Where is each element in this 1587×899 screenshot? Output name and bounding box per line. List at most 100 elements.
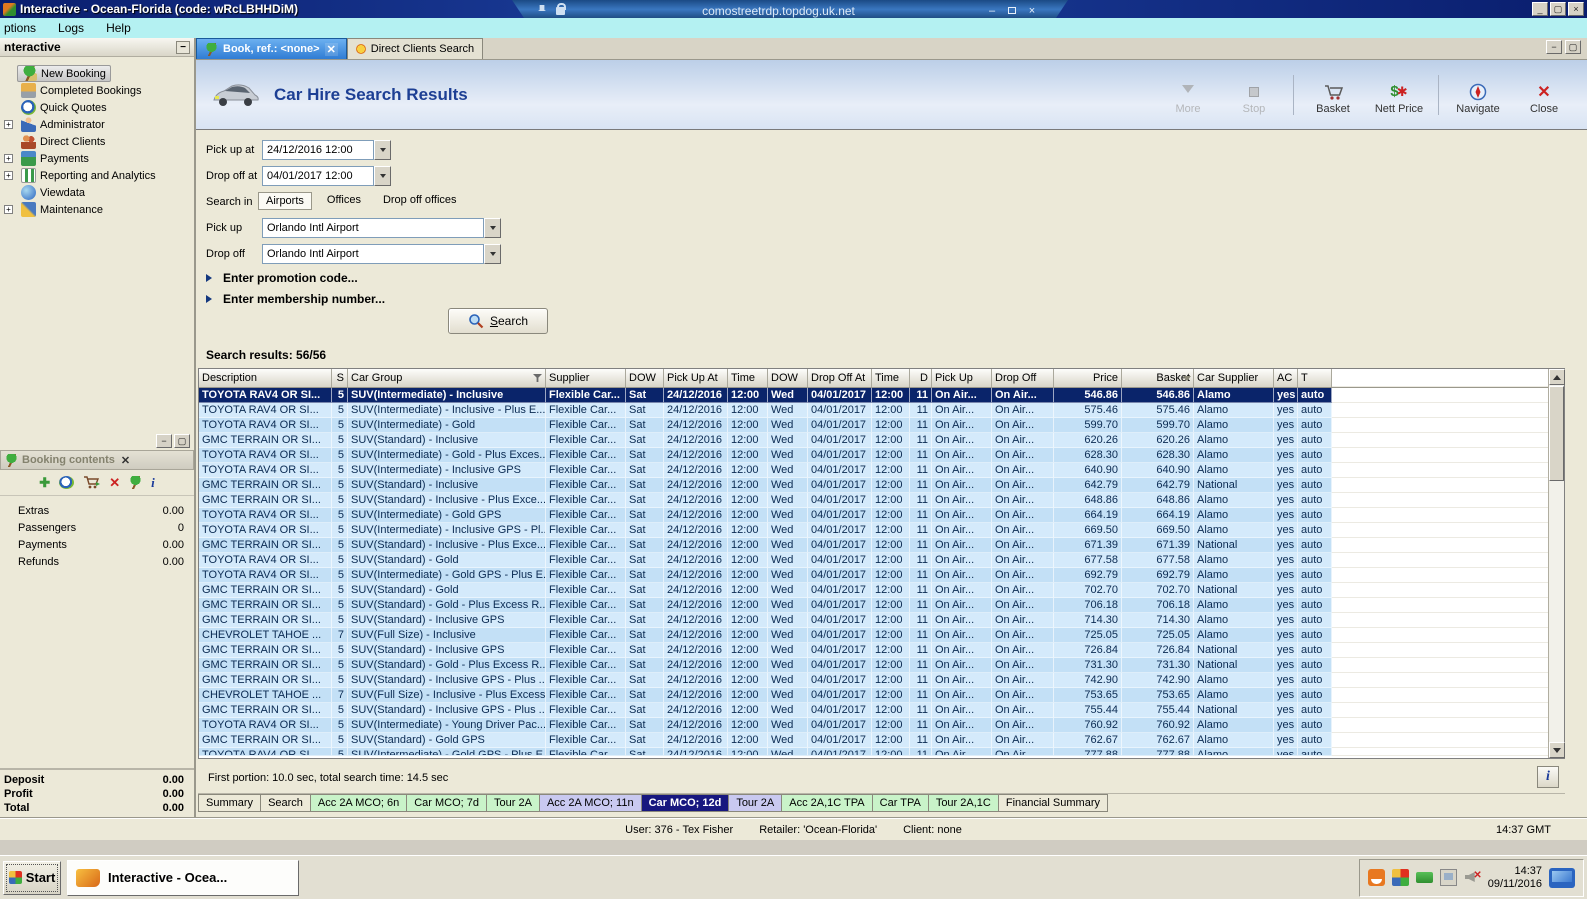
col-pick-up-at[interactable]: Pick Up At xyxy=(664,369,728,387)
col-supplier[interactable]: Supplier xyxy=(546,369,626,387)
sidebar-item-administrator[interactable]: + Administrator xyxy=(0,116,194,133)
expand-plus-icon[interactable]: + xyxy=(4,154,13,163)
tabarea-restore-button[interactable]: ▢ xyxy=(1565,40,1581,54)
search-button[interactable]: Search xyxy=(448,308,548,334)
dropoff-combo[interactable]: Orlando Intl Airport xyxy=(262,244,484,264)
dropoff-at-dropdown-button[interactable] xyxy=(374,166,391,186)
rdp-minimize-button[interactable]: – xyxy=(982,5,1002,17)
table-row[interactable]: TOYOTA RAV4 OR SI... 5 SUV(Intermediate)… xyxy=(199,418,1564,433)
col-s[interactable]: S xyxy=(332,369,348,387)
delete-icon[interactable]: ✕ xyxy=(109,475,120,491)
sidebar-item-completed-bookings[interactable]: Completed Bookings xyxy=(0,82,194,99)
sidebar-item-quick-quotes[interactable]: Quick Quotes xyxy=(0,99,194,116)
more-button[interactable]: More xyxy=(1159,81,1217,115)
table-row[interactable]: TOYOTA RAV4 OR SI... 5 SUV(Intermediate)… xyxy=(199,523,1564,538)
table-row[interactable]: GMC TERRAIN OR SI... 5 SUV(Standard) - I… xyxy=(199,673,1564,688)
col-basket[interactable]: Basket xyxy=(1122,369,1194,387)
portion-tab[interactable]: Summary xyxy=(198,794,262,812)
membership-expander[interactable]: Enter membership number... xyxy=(206,292,385,306)
scrollbar-thumb[interactable] xyxy=(1549,386,1564,481)
sidebar-item-new-booking[interactable]: New Booking xyxy=(0,65,194,82)
dropoff-dropdown-button[interactable] xyxy=(484,244,501,264)
col-drop-off-at[interactable]: Drop Off At xyxy=(808,369,872,387)
scroll-up-button[interactable] xyxy=(1549,369,1565,385)
col-dow-dropoff[interactable]: DOW xyxy=(768,369,808,387)
col-ac[interactable]: AC xyxy=(1274,369,1298,387)
vertical-scrollbar[interactable] xyxy=(1548,369,1565,758)
filter-funnel-icon[interactable] xyxy=(533,374,542,382)
portion-tab[interactable]: Financial Summary xyxy=(998,794,1108,812)
col-t[interactable]: T xyxy=(1298,369,1332,387)
sidebar-collapse-button[interactable]: − xyxy=(176,40,190,54)
window-close-button[interactable]: × xyxy=(1568,2,1584,16)
panel-minimize-button[interactable]: − xyxy=(156,434,172,448)
remote-monitor-icon[interactable] xyxy=(1549,867,1575,888)
portion-tab[interactable]: Car MCO; 7d xyxy=(407,794,488,812)
table-row[interactable]: TOYOTA RAV4 OR SI... 5 SUV(Intermediate)… xyxy=(199,463,1564,478)
info-icon[interactable]: i xyxy=(151,475,155,491)
table-row[interactable]: TOYOTA RAV4 OR SI... 5 SUV(Intermediate)… xyxy=(199,403,1564,418)
pickup-combo[interactable]: Orlando Intl Airport xyxy=(262,218,484,238)
table-row[interactable]: GMC TERRAIN OR SI... 5 SUV(Standard) - I… xyxy=(199,643,1564,658)
portion-tab[interactable]: Car TPA xyxy=(872,794,929,812)
table-row[interactable]: GMC TERRAIN OR SI... 5 SUV(Standard) - G… xyxy=(199,583,1564,598)
pin-icon[interactable] xyxy=(538,5,546,16)
table-row[interactable]: GMC TERRAIN OR SI... 5 SUV(Standard) - G… xyxy=(199,658,1564,673)
start-button[interactable]: Start xyxy=(3,860,61,895)
palm-tree-icon[interactable] xyxy=(129,476,143,489)
sidebar-item-viewdata[interactable]: Viewdata xyxy=(0,184,194,201)
basket-button[interactable]: Basket xyxy=(1304,81,1362,115)
table-row[interactable]: TOYOTA RAV4 OR SI... 5 SUV(Intermediate)… xyxy=(199,718,1564,733)
rdp-restore-button[interactable] xyxy=(1002,5,1022,17)
search-in-offices[interactable]: Offices xyxy=(320,192,368,210)
col-time-dropoff[interactable]: Time xyxy=(872,369,910,387)
table-row[interactable]: GMC TERRAIN OR SI... 5 SUV(Standard) - G… xyxy=(199,733,1564,748)
col-price[interactable]: Price xyxy=(1054,369,1122,387)
menu-help[interactable]: Help xyxy=(106,21,131,35)
portion-tab[interactable]: Search xyxy=(261,794,311,812)
muted-speaker-icon[interactable]: ✕ xyxy=(1464,869,1482,886)
rdp-close-button[interactable]: × xyxy=(1022,5,1042,17)
table-row[interactable]: CHEVROLET TAHOE ... 7 SUV(Full Size) - I… xyxy=(199,628,1564,643)
panel-maximize-button[interactable]: ▢ xyxy=(174,434,190,448)
sidebar-item-reporting[interactable]: + Reporting and Analytics xyxy=(0,167,194,184)
col-drop-off[interactable]: Drop Off xyxy=(992,369,1054,387)
network-icon[interactable] xyxy=(1439,869,1457,886)
portion-tab[interactable]: Tour 2A xyxy=(487,794,540,812)
close-button[interactable]: ✕ Close xyxy=(1515,81,1573,115)
table-row[interactable]: GMC TERRAIN OR SI... 5 SUV(Standard) - I… xyxy=(199,703,1564,718)
java-icon[interactable] xyxy=(1367,869,1385,886)
table-row[interactable]: GMC TERRAIN OR SI... 5 SUV(Standard) - I… xyxy=(199,538,1564,553)
card-icon[interactable] xyxy=(1415,872,1433,883)
col-car-supplier[interactable]: Car Supplier xyxy=(1194,369,1274,387)
table-row[interactable]: TOYOTA RAV4 OR SI... 5 SUV(Intermediate)… xyxy=(199,448,1564,463)
col-car-group[interactable]: Car Group xyxy=(348,369,546,387)
expand-plus-icon[interactable]: + xyxy=(4,171,13,180)
table-row[interactable]: GMC TERRAIN OR SI... 5 SUV(Standard) - I… xyxy=(199,493,1564,508)
table-row[interactable]: TOYOTA RAV4 OR SI... 5 SUV(Intermediate)… xyxy=(199,388,1564,403)
promo-code-expander[interactable]: Enter promotion code... xyxy=(206,271,358,285)
sidebar-item-maintenance[interactable]: + Maintenance xyxy=(0,201,194,218)
pickup-at-dropdown-button[interactable] xyxy=(374,140,391,160)
sidebar-item-payments[interactable]: + Payments xyxy=(0,150,194,167)
search-in-dropoff-offices[interactable]: Drop off offices xyxy=(376,192,464,210)
menu-logs[interactable]: Logs xyxy=(58,21,84,35)
table-row[interactable]: GMC TERRAIN OR SI... 5 SUV(Standard) - I… xyxy=(199,613,1564,628)
dropoff-at-input[interactable]: 04/01/2017 12:00 xyxy=(262,166,374,186)
tab-direct-clients-search[interactable]: Direct Clients Search xyxy=(346,38,484,59)
add-icon[interactable]: ✚ xyxy=(39,475,50,491)
expand-plus-icon[interactable]: + xyxy=(4,120,13,129)
stop-button[interactable]: Stop xyxy=(1225,81,1283,115)
tab-book-ref[interactable]: Book, ref.: <none> ✕ xyxy=(196,38,347,59)
table-row[interactable]: GMC TERRAIN OR SI... 5 SUV(Standard) - I… xyxy=(199,433,1564,448)
table-row[interactable]: TOYOTA RAV4 OR SI... 5 SUV(Intermediate)… xyxy=(199,748,1564,756)
panel-close-icon[interactable]: ✕ xyxy=(121,454,130,467)
expand-plus-icon[interactable]: + xyxy=(4,205,13,214)
col-time-pickup[interactable]: Time xyxy=(728,369,768,387)
portion-tab[interactable]: Acc 2A MCO; 6n xyxy=(310,794,408,812)
menu-options[interactable]: ptions xyxy=(4,21,36,35)
table-row[interactable]: CHEVROLET TAHOE ... 7 SUV(Full Size) - I… xyxy=(199,688,1564,703)
windows-icon[interactable] xyxy=(1391,869,1409,886)
navigate-button[interactable]: Navigate xyxy=(1449,81,1507,115)
table-row[interactable]: GMC TERRAIN OR SI... 5 SUV(Standard) - G… xyxy=(199,598,1564,613)
